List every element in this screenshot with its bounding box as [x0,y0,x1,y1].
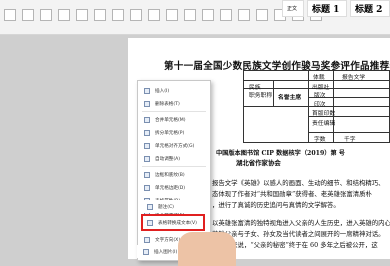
wordcount-label: 字数 [314,137,326,143]
align-right-icon[interactable] [148,9,160,21]
body-line: 以英雄张富清的独特视角进入父亲的人生历史，进入英雄的内心 [212,219,390,227]
style-normal-label: 正文 [287,6,298,12]
menu-item-label: 题注(C) [158,204,174,210]
underline-icon[interactable] [58,9,70,21]
menu-item-label: 合并单元格(M) [155,117,186,123]
caption-icon [147,203,153,210]
genre-value: 报告文学 [342,75,366,81]
recommender: 湖北省作家协会 [236,159,281,167]
menu-item-label: 单元格对齐方式(G) [155,143,195,149]
body-line: ，进行了真诚的历史追问与真情的文学解答。 [212,201,340,209]
menu-separator [142,111,206,112]
merge-cells-icon [144,116,150,123]
menu-item-label: 插入(I) [155,88,170,94]
position-value: 名誉主席 [278,95,302,101]
font-color-icon[interactable] [76,9,88,21]
body-line: 为儿女来说，“父亲的秘密”终于在 60 多年之后被公开，这 [212,241,378,249]
highlight-icon[interactable] [94,9,106,21]
menu-item-delete-table[interactable]: 删除表格(T) [138,97,210,110]
position-label: 职务职称 [249,93,273,99]
split-cells-icon [144,129,150,136]
style-normal[interactable]: 正文 [282,0,304,17]
table-line [273,80,274,106]
line-spacing-icon[interactable] [166,9,178,21]
menu-item-split-cells[interactable]: 拆分单元格(P) [138,126,210,139]
menu-item-label: 边框和底纹(B) [155,172,185,178]
style-heading2-label: 标题 2 [355,5,383,15]
body-line: 态体现了作者对“共和国勋章”获得者、老英雄张富清质朴 [212,190,372,198]
pointing-hand [178,232,236,266]
cip-line: 中国版本图书馆 CIP 数据核字（2019）第 号 [216,150,345,157]
cell-align-icon [144,142,150,149]
paragraph-mark-icon[interactable] [238,9,250,21]
style-heading1[interactable]: 标题 1 [307,0,347,17]
indent-icon[interactable] [184,9,196,21]
menu-item-label: 拆分单元格(P) [155,130,185,136]
cell-margin-icon [144,184,150,191]
ribbon-icons [4,9,322,21]
menu-separator [142,166,206,167]
menu-item-label: 文字方向(X) [155,237,181,243]
menu-item-label: 自动调整(A) [155,156,181,162]
menu-item-merge-cells[interactable]: 合并单元格(M) [138,113,210,126]
sort-icon[interactable] [220,9,232,21]
style-heading2[interactable]: 标题 2 [350,0,390,17]
body-line: 报告文学《英雄》以感人的画面、生动的细节、和结构精巧、 [212,179,385,187]
insert-icon [144,87,150,94]
delete-table-icon [144,100,150,107]
table-line [243,70,244,142]
font-icon[interactable] [4,9,16,21]
align-center-icon[interactable] [130,9,142,21]
menu-item-caption[interactable]: 题注(C) [141,200,205,213]
wordcount-unit: 千字 [344,137,356,143]
border-icon[interactable] [256,9,268,21]
menu-item-cell-margin[interactable]: 单元格边距(D) [138,181,210,194]
table-line [308,70,309,142]
borders-icon [144,171,150,178]
text-direction-icon [144,236,150,243]
highlight-frame [141,214,205,231]
menu-item-cell-align[interactable]: 单元格对齐方式(G) [138,139,210,152]
menu-item-insert[interactable]: 插入(I) [138,84,210,97]
ribbon-toolbar: 正文 标题 1 标题 2 [0,0,390,35]
italic-icon[interactable] [40,9,52,21]
style-heading1-label: 标题 1 [312,5,340,15]
genre-label: 体裁 [313,75,325,81]
edition-label: 版次 [314,93,326,99]
editor-label: 责任编辑 [312,121,336,127]
menu-item-label: 单元格边距(D) [155,185,186,191]
insert-picture-icon [143,248,149,255]
autofit-icon [144,155,150,162]
menu-item-autofit[interactable]: 自动调整(A) [138,152,210,165]
menu-item-label: 删除表格(T) [155,101,180,107]
menu-item-label: 插入图片(I) [154,249,178,255]
bold-icon[interactable] [22,9,34,21]
align-left-icon[interactable] [112,9,124,21]
table-line [308,132,390,133]
printrun-label: 首版印数 [312,111,336,117]
table-line [333,70,334,142]
table-line [243,70,390,71]
list-icon[interactable] [202,9,214,21]
body-line: 英雄父亲与子女、孙女及当代读者之间展开的一席精神对话。 [212,230,385,238]
print-label: 印次 [314,102,326,108]
menu-item-borders[interactable]: 边框和底纹(B) [138,168,210,181]
